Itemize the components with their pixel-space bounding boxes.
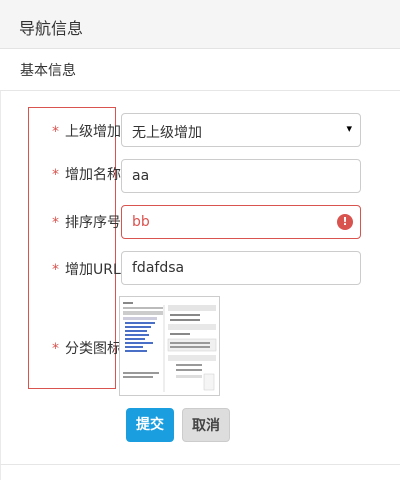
panel-header: 导航信息	[0, 0, 400, 49]
footer-divider	[0, 464, 400, 465]
name-input-value: aa	[132, 168, 150, 184]
required-mark: *	[52, 262, 59, 278]
url-label-text: 增加URL	[65, 262, 121, 278]
parent-label: * 上级增加	[52, 121, 121, 141]
parent-label-text: 上级增加	[65, 124, 121, 140]
required-mark: *	[52, 215, 59, 231]
url-input-value: fdafdsa	[132, 260, 185, 276]
error-icon: !	[337, 214, 353, 230]
name-label-text: 增加名称	[65, 167, 121, 183]
order-input-value: bb	[132, 214, 150, 230]
section-header: 基本信息	[0, 49, 400, 91]
parent-select[interactable]: 无上级增加 ▾	[121, 113, 361, 147]
parent-select-value: 无上级增加	[132, 125, 202, 141]
name-label: * 增加名称	[52, 164, 121, 184]
name-input[interactable]: aa	[121, 159, 361, 193]
url-label: * 增加URL	[52, 259, 121, 279]
required-mark: *	[52, 341, 59, 357]
order-label: * 排序序号	[52, 212, 121, 232]
order-input[interactable]: bb !	[121, 205, 361, 239]
section-title: 基本信息	[20, 63, 76, 79]
icon-label-text: 分类图标	[65, 341, 121, 357]
icon-label: * 分类图标	[52, 338, 121, 358]
required-mark: *	[52, 167, 59, 183]
submit-button[interactable]: 提交	[126, 408, 174, 442]
order-label-text: 排序序号	[65, 215, 121, 231]
required-mark: *	[52, 124, 59, 140]
panel-title: 导航信息	[19, 19, 84, 38]
chevron-down-icon: ▾	[346, 122, 352, 135]
category-icon-thumbnail[interactable]	[119, 296, 220, 396]
thumbnail-image	[120, 297, 219, 395]
cancel-button[interactable]: 取消	[182, 408, 230, 442]
url-input[interactable]: fdafdsa	[121, 251, 361, 285]
